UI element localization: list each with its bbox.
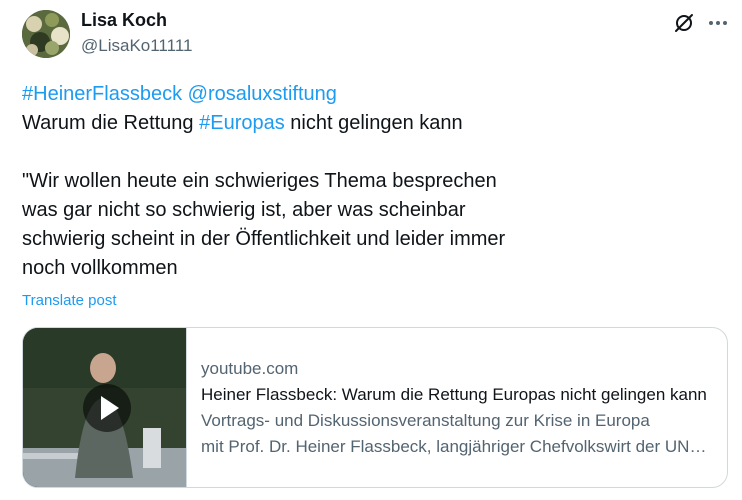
tweet-text-segment: nicht gelingen kann [284,112,463,134]
tweet-line-2: Warum die Rettung #Europas nicht gelinge… [22,109,622,138]
mention-link[interactable]: @rosaluxstiftung [188,83,337,105]
hashtag-link[interactable]: #Europas [199,112,285,134]
hashtag-link[interactable]: #HeinerFlassbeck [22,83,182,105]
card-description: Vortrags- und Diskussionsveranstaltung z… [201,408,716,460]
quote-line: "Wir wollen heute ein schwieriges Thema … [22,170,497,192]
translate-post-link[interactable]: Translate post [22,292,117,309]
quote-line: schwierig scheint in der Öffentlichkeit … [22,228,506,250]
avatar[interactable] [22,10,70,58]
quote-line: was gar nicht so schwierig ist, aber was… [22,199,466,221]
card-info[interactable]: youtube.com Heiner Flassbeck: Warum die … [201,356,721,460]
card-domain: youtube.com [201,359,299,378]
link-preview-card[interactable]: youtube.com Heiner Flassbeck: Warum die … [22,327,728,488]
tweet-text-segment: Warum die Rettung [22,112,200,134]
tweet-text: #HeinerFlassbeck @rosaluxstiftung Warum … [22,80,622,283]
tweet-line-1: #HeinerFlassbeck @rosaluxstiftung [22,80,622,109]
user-handle[interactable]: @LisaKo11111 [81,36,192,56]
quote-line: noch vollkommen [22,257,178,279]
play-icon[interactable] [83,384,131,432]
video-thumbnail[interactable] [23,328,187,487]
grok-icon[interactable] [672,11,696,35]
card-description-line: Vortrags- und Diskussionsveranstaltung z… [201,411,650,430]
more-horizontal-icon[interactable] [706,11,730,35]
card-title: Heiner Flassbeck: Warum die Rettung Euro… [201,385,707,404]
card-description-line: mit Prof. Dr. Heiner Flassbeck, langjähr… [201,437,716,456]
display-name[interactable]: Lisa Koch [81,10,167,31]
